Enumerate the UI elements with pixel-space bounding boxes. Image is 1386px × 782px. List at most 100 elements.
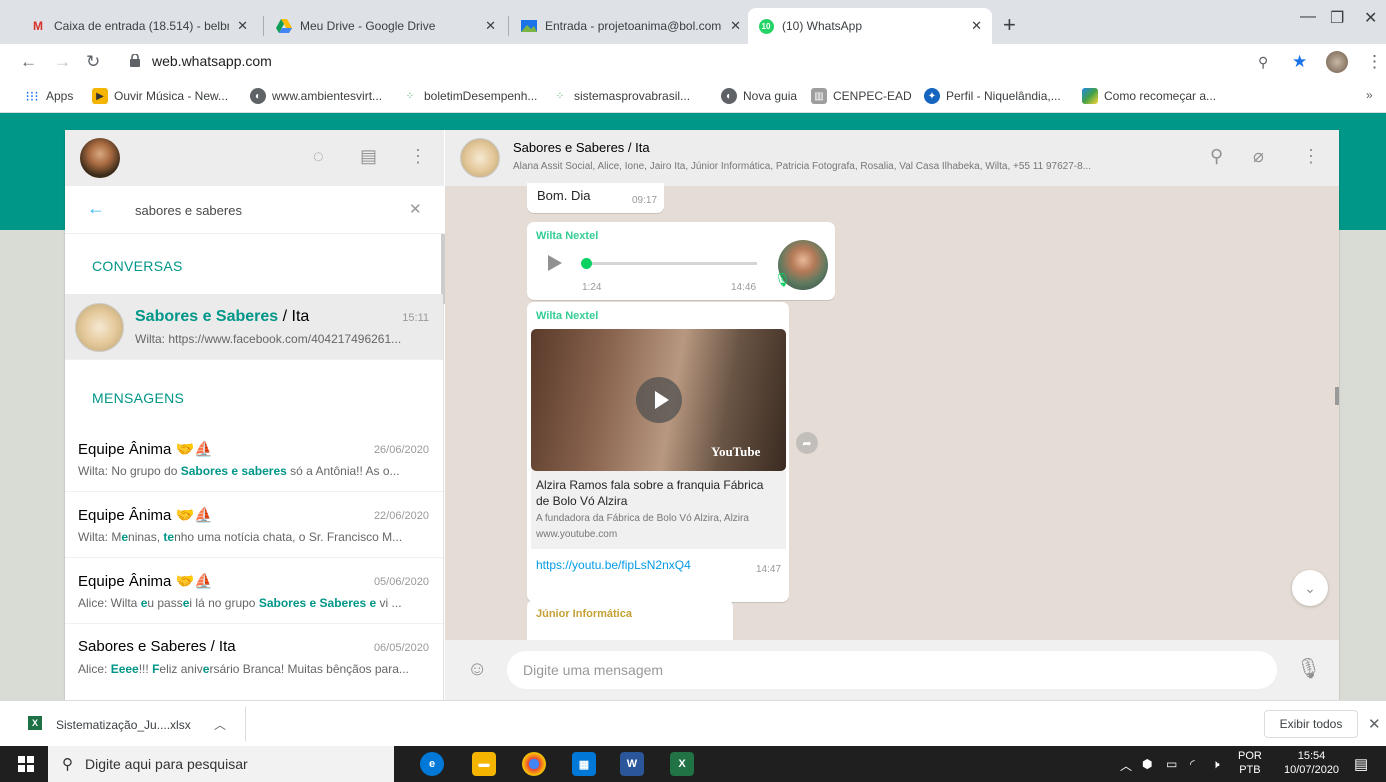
sender-name: Wilta Nextel (536, 230, 599, 242)
restore-icon[interactable]: ❐ (1330, 8, 1344, 28)
bookmark-perfil-niquelandia[interactable]: ✦ Perfil - Niquelândia,... (924, 88, 1061, 104)
file-explorer-icon[interactable]: ▬ (472, 752, 496, 776)
message-input[interactable]: Digite uma mensagem (507, 651, 1277, 689)
chrome-icon[interactable] (522, 752, 546, 776)
status-icon[interactable]: ◌ (313, 146, 324, 167)
audio-message[interactable]: Wilta Nextel 1:24 14:46 🎙 (527, 222, 835, 300)
conversation-item[interactable]: Sabores e Saberes / Ita 15:11 Wilta: htt… (65, 294, 443, 360)
zoom-icon[interactable]: ⚲ (1258, 54, 1268, 71)
bookmark-nova-guia[interactable]: ◐ Nova guia (721, 88, 797, 104)
group-name: Sabores e Saberes / Ita (513, 140, 650, 155)
audio-progress-handle[interactable] (581, 258, 592, 269)
link-preview-message[interactable]: Wilta Nextel YouTube Alzira Ramos fala s… (527, 302, 789, 602)
list-item[interactable]: Equipe Ânima 🤝⛵ 22/06/2020 Wilta: Menina… (65, 492, 443, 558)
wifi-icon[interactable]: ◜ (1190, 757, 1195, 771)
message-bubble[interactable]: Júnior Informática (527, 600, 733, 640)
bookmark-ambientesvirt[interactable]: ◐ www.ambientesvirt... (250, 88, 382, 104)
chevron-up-icon[interactable]: ︿ (214, 716, 226, 733)
conversation-preview: Wilta: https://www.facebook.com/40421749… (135, 332, 402, 346)
chevron-up-icon[interactable]: ︿ (1120, 757, 1132, 774)
message-date: 06/05/2020 (373, 642, 429, 654)
store-icon[interactable]: ▦ (572, 752, 596, 776)
bookmarks-more[interactable]: » (1366, 88, 1373, 102)
scroll-down-button[interactable]: ⌄ (1292, 570, 1328, 606)
close-tab-icon[interactable]: ✕ (971, 18, 982, 34)
language-indicator[interactable]: POR PTB (1238, 749, 1262, 777)
word-icon[interactable]: W (620, 752, 644, 776)
back-arrow-icon[interactable]: ← (87, 198, 105, 219)
forward-icon[interactable]: → (54, 52, 71, 72)
drive-icon (276, 18, 292, 34)
windows-start-icon[interactable] (18, 756, 34, 772)
list-item[interactable]: Sabores e Saberes / Ita 06/05/2020 Alice… (65, 624, 443, 690)
group-avatar[interactable] (460, 138, 500, 178)
browser-tab-strip: M Caixa de entrada (18.514) - belbr ✕ Me… (0, 0, 1386, 44)
volume-icon[interactable]: 🕨 (1212, 757, 1220, 772)
chat-panel: Sabores e Saberes / Ita Alana Assit Soci… (445, 130, 1339, 700)
link-card[interactable]: Alzira Ramos fala sobre a franquia Fábri… (531, 471, 786, 549)
bookmark-ouvir-musica[interactable]: ▶ Ouvir Música - New... (92, 88, 228, 104)
bookmark-apps[interactable]: ⁝⁝⁝ Apps (24, 88, 73, 104)
video-thumbnail[interactable]: YouTube (531, 329, 786, 471)
address-bar[interactable] (112, 48, 1316, 76)
edge-icon[interactable]: e (420, 752, 444, 776)
cenpec-icon: ▥ (811, 88, 827, 104)
chat-header[interactable]: Sabores e Saberes / Ita Alana Assit Soci… (445, 130, 1339, 186)
mic-icon[interactable]: 🎙 (1296, 656, 1321, 681)
attach-icon[interactable]: ⌀ (1253, 146, 1264, 167)
profile-avatar[interactable] (1326, 51, 1348, 73)
tab-gmail[interactable]: M Caixa de entrada (18.514) - belbr ✕ (20, 8, 258, 44)
list-item[interactable]: Equipe Ânima 🤝⛵ 05/06/2020 Alice: Wilta … (65, 558, 443, 624)
star-icon[interactable]: ★ (1292, 52, 1307, 72)
play-icon[interactable] (548, 255, 562, 271)
windows-taskbar: ⚲ Digite aqui para pesquisar e ▬ ▦ W X ︿… (0, 746, 1386, 782)
menu-dots-icon[interactable]: ⋮ (409, 146, 427, 167)
chat-scrollbar[interactable] (1335, 387, 1339, 405)
clear-search-icon[interactable]: ✕ (409, 200, 422, 218)
minimize-icon[interactable]: — (1300, 8, 1316, 26)
message-bubble[interactable]: Bom. Dia 09:17 (527, 183, 664, 213)
tab-bol[interactable]: Entrada - projetoanima@bol.com ✕ (511, 8, 751, 44)
close-tab-icon[interactable]: ✕ (485, 18, 496, 34)
audio-progress-track[interactable] (587, 262, 757, 265)
excel-icon[interactable]: X (670, 752, 694, 776)
menu-dots-icon[interactable]: ⋮ (1302, 146, 1320, 167)
window-close-icon[interactable]: ✕ (1364, 8, 1377, 28)
forward-icon[interactable]: ➦ (796, 432, 818, 454)
bookmark-como-recomecar[interactable]: Como recomeçar a... (1082, 88, 1216, 104)
battery-icon[interactable]: ▭ (1166, 757, 1177, 771)
new-chat-icon[interactable]: ▤ (360, 146, 377, 167)
network-app-icon[interactable]: ⬢ (1142, 757, 1152, 771)
bookmark-boletim[interactable]: ⁘ boletimDesempenh... (402, 88, 538, 104)
back-icon[interactable]: ← (20, 52, 37, 72)
url-text: web.whatsapp.com (152, 53, 272, 69)
message-title: Sabores e Saberes / Ita (78, 638, 236, 655)
link-url[interactable]: https://youtu.be/fipLsN2nxQ4 (536, 558, 691, 572)
emoji-icon: 🤝⛵ (175, 573, 213, 590)
emoji-icon[interactable]: ☺ (467, 658, 487, 681)
search-input[interactable]: sabores e saberes (135, 203, 242, 218)
bookmark-cenpec[interactable]: ▥ CENPEC-EAD (811, 88, 912, 104)
globe-icon: ◐ (250, 88, 266, 104)
show-all-button[interactable]: Exibir todos (1264, 710, 1358, 738)
link-description: A fundadora da Fábrica de Bolo Vó Alzira… (536, 513, 749, 524)
close-tab-icon[interactable]: ✕ (237, 18, 248, 34)
youtube-logo: YouTube (711, 444, 761, 459)
clock[interactable]: 15:54 10/07/2020 (1284, 749, 1339, 777)
new-tab-button[interactable]: + (1003, 12, 1016, 38)
excel-icon: X (28, 716, 42, 730)
notifications-icon[interactable]: ▤ (1354, 755, 1368, 773)
tab-whatsapp[interactable]: 10 (10) WhatsApp ✕ (748, 8, 992, 44)
download-file-name[interactable]: Sistematização_Ju....xlsx (56, 718, 191, 732)
bookmark-sistemasprova[interactable]: ⁘ sistemasprovabrasil... (552, 88, 690, 104)
taskbar-search[interactable]: ⚲ Digite aqui para pesquisar (48, 746, 394, 782)
avatar[interactable] (80, 138, 120, 178)
tab-google-drive[interactable]: Meu Drive - Google Drive ✕ (266, 8, 506, 44)
list-item[interactable]: Equipe Ânima 🤝⛵ 26/06/2020 Wilta: No gru… (65, 426, 443, 492)
close-tab-icon[interactable]: ✕ (730, 18, 741, 34)
reload-icon[interactable]: ↻ (86, 52, 100, 72)
menu-dots-icon[interactable]: ⋮ (1366, 52, 1383, 72)
search-icon[interactable]: ⚲ (1210, 146, 1223, 167)
close-icon[interactable]: ✕ (1368, 715, 1381, 733)
section-messages: MENSAGENS (92, 390, 185, 406)
